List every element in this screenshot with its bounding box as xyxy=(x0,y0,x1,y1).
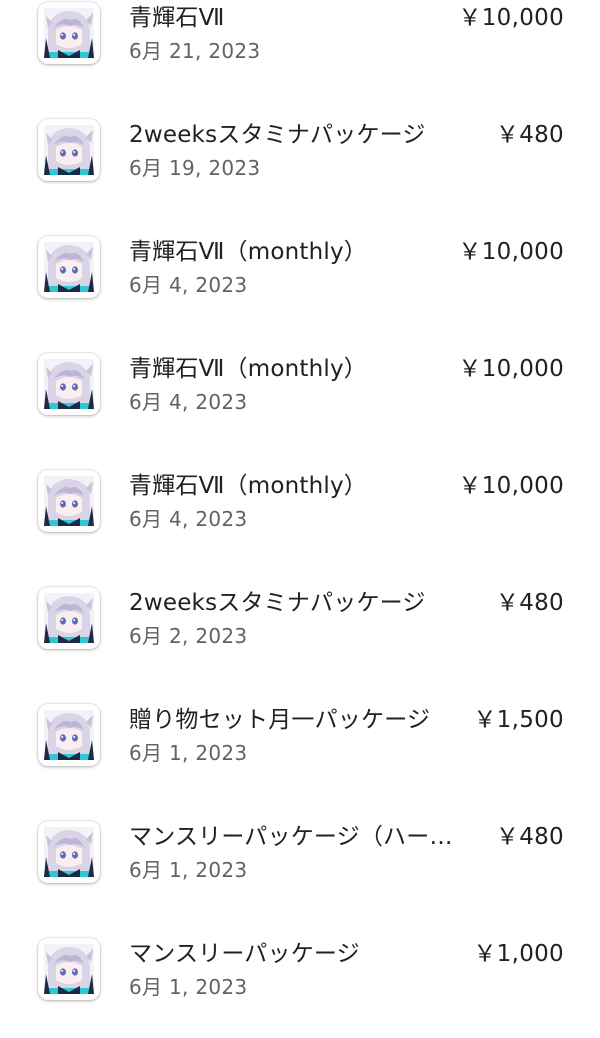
item-title: マンスリーパッケージ xyxy=(129,941,360,967)
item-price: ￥10,000 xyxy=(458,356,564,382)
game-character-icon-art xyxy=(44,359,94,409)
purchase-row[interactable]: 青輝石Ⅶ（monthly） 6月 4, 2023 ￥10,000 xyxy=(0,454,600,570)
item-title: マンスリーパッケージ（ハー… xyxy=(129,824,453,850)
game-character-icon xyxy=(38,470,100,532)
item-title: 2weeksスタミナパッケージ xyxy=(129,590,426,616)
purchase-date: 6月 4, 2023 xyxy=(129,390,248,414)
game-character-icon-art xyxy=(44,125,94,175)
item-title: 青輝石Ⅶ（monthly） xyxy=(129,356,368,382)
item-price: ￥10,000 xyxy=(458,5,564,31)
game-character-icon-art xyxy=(44,476,94,526)
game-character-icon-art xyxy=(44,593,94,643)
purchase-date: 6月 2, 2023 xyxy=(129,624,248,648)
game-character-icon xyxy=(38,236,100,298)
item-title: 青輝石Ⅶ（monthly） xyxy=(129,239,368,265)
purchase-row[interactable]: 贈り物セット月一パッケージ 6月 1, 2023 ￥1,500 xyxy=(0,688,600,804)
item-price: ￥480 xyxy=(495,122,564,148)
item-price: ￥480 xyxy=(495,824,564,850)
game-character-icon xyxy=(38,587,100,649)
game-character-icon-art xyxy=(44,242,94,292)
purchase-date: 6月 21, 2023 xyxy=(129,39,261,63)
purchase-date: 6月 4, 2023 xyxy=(129,273,248,297)
purchase-row[interactable]: 青輝石Ⅶ（monthly） 6月 4, 2023 ￥10,000 xyxy=(0,337,600,453)
game-character-icon-art xyxy=(44,944,94,994)
game-character-icon xyxy=(38,353,100,415)
purchase-date: 6月 4, 2023 xyxy=(129,507,248,531)
purchase-row[interactable]: 2weeksスタミナパッケージ 6月 2, 2023 ￥480 xyxy=(0,571,600,687)
purchase-row[interactable]: 青輝石Ⅶ（monthly） 6月 4, 2023 ￥10,000 xyxy=(0,220,600,336)
game-character-icon xyxy=(38,938,100,1000)
purchase-row[interactable]: マンスリーパッケージ 6月 1, 2023 ￥1,000 xyxy=(0,922,600,1038)
game-character-icon-art xyxy=(44,710,94,760)
item-price: ￥10,000 xyxy=(458,473,564,499)
item-price: ￥1,000 xyxy=(473,941,564,967)
item-title: 贈り物セット月一パッケージ xyxy=(129,707,431,733)
item-title: 2weeksスタミナパッケージ xyxy=(129,122,426,148)
item-price: ￥10,000 xyxy=(458,239,564,265)
purchase-date: 6月 1, 2023 xyxy=(129,741,248,765)
item-title: 青輝石Ⅶ xyxy=(129,5,225,31)
item-price: ￥1,500 xyxy=(473,707,564,733)
item-title: 青輝石Ⅶ（monthly） xyxy=(129,473,368,499)
game-character-icon xyxy=(38,119,100,181)
purchase-date: 6月 1, 2023 xyxy=(129,858,248,882)
game-character-icon xyxy=(38,821,100,883)
game-character-icon xyxy=(38,2,100,64)
game-character-icon xyxy=(38,704,100,766)
purchase-date: 6月 1, 2023 xyxy=(129,975,248,999)
item-price: ￥480 xyxy=(495,590,564,616)
purchase-row[interactable]: マンスリーパッケージ（ハー… 6月 1, 2023 ￥480 xyxy=(0,805,600,921)
game-character-icon-art xyxy=(44,8,94,58)
purchase-row[interactable]: 青輝石Ⅶ 6月 21, 2023 ￥10,000 xyxy=(0,0,600,102)
purchase-row[interactable]: 2weeksスタミナパッケージ 6月 19, 2023 ￥480 xyxy=(0,103,600,219)
purchase-date: 6月 19, 2023 xyxy=(129,156,261,180)
game-character-icon-art xyxy=(44,827,94,877)
